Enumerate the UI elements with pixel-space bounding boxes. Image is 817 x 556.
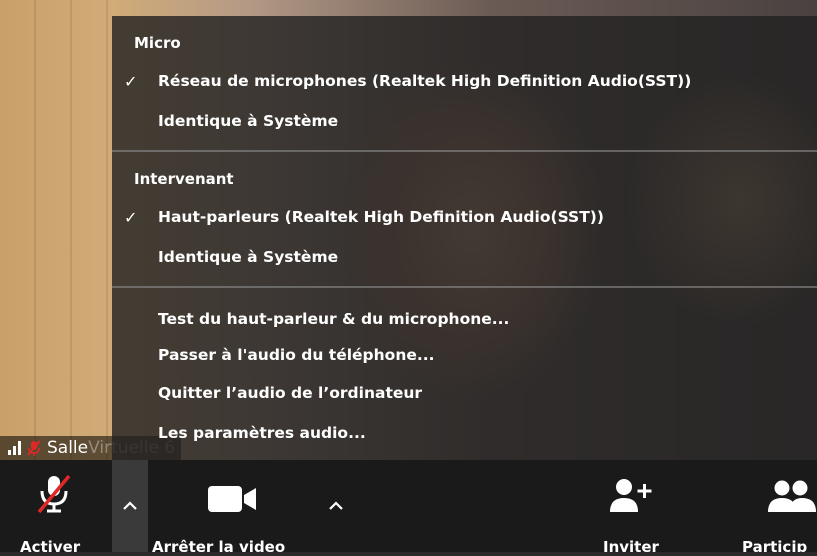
check-icon: ✓ [124, 72, 138, 91]
video-background-detail [0, 0, 120, 460]
menu-item-micro-realtek[interactable]: Réseau de microphones (Realtek High Defi… [158, 72, 691, 90]
add-user-icon [610, 479, 652, 512]
signal-strength-icon [8, 441, 21, 455]
speaker-section-header: Intervenant [134, 170, 234, 188]
unmute-label: Activer [20, 538, 81, 556]
check-icon: ✓ [124, 208, 138, 227]
video-options-caret-button[interactable] [318, 484, 354, 524]
menu-item-audio-settings[interactable]: Les paramètres audio... [158, 424, 366, 442]
invite-button[interactable]: Inviter [596, 460, 676, 556]
video-camera-icon [208, 486, 256, 512]
participants-button[interactable]: Particip [740, 460, 817, 552]
participant-name: Salle [47, 438, 89, 458]
microphone-muted-icon [37, 474, 71, 514]
menu-item-switch-phone-audio[interactable]: Passer à l'audio du téléphone... [158, 346, 435, 364]
audio-options-menu: Micro ✓ Réseau de microphones (Realtek H… [112, 16, 817, 460]
menu-item-micro-system[interactable]: Identique à Système [158, 112, 338, 130]
menu-item-leave-computer-audio[interactable]: Quitter l’audio de l’ordinateur [158, 384, 422, 402]
participants-icon [768, 480, 816, 512]
unmute-button[interactable]: Activer [0, 460, 112, 556]
micro-section-header: Micro [134, 34, 181, 52]
microphone-muted-icon [27, 440, 41, 456]
stop-video-label: Arrêter la video [152, 538, 286, 556]
menu-divider [112, 286, 817, 288]
invite-label: Inviter [603, 538, 659, 556]
menu-divider [112, 150, 817, 152]
stop-video-button[interactable]: Arrêter la video [150, 460, 320, 556]
audio-options-caret-button[interactable] [112, 460, 148, 552]
chevron-up-icon [123, 501, 137, 510]
menu-item-speaker-realtek[interactable]: Haut-parleurs (Realtek High Definition A… [158, 208, 604, 226]
meeting-toolbar: Activer Arrêter la video Inviter Partici… [0, 460, 817, 556]
menu-item-test-audio[interactable]: Test du haut-parleur & du microphone... [158, 310, 509, 328]
menu-item-speaker-system[interactable]: Identique à Système [158, 248, 338, 266]
participants-label: Particip [742, 538, 808, 552]
chevron-up-icon [329, 501, 343, 510]
